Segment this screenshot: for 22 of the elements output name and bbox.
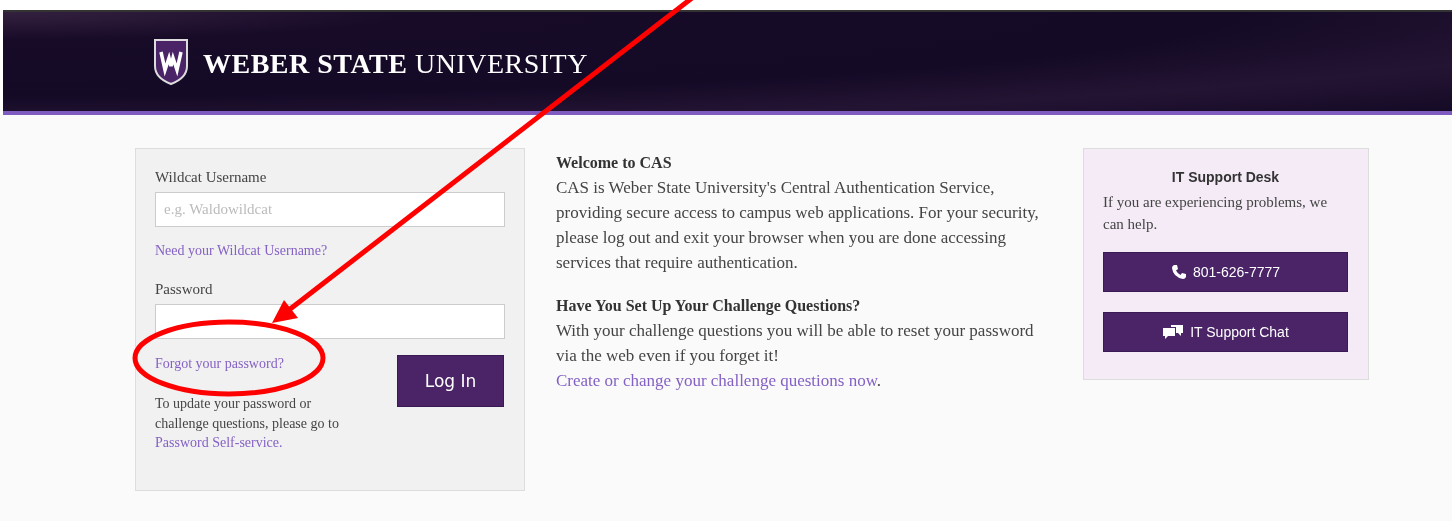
- phone-icon: [1170, 264, 1187, 280]
- username-help-link[interactable]: Need your Wildcat Username?: [155, 243, 328, 259]
- password-field[interactable]: [155, 304, 505, 339]
- phone-button[interactable]: 801-626-7777: [1103, 252, 1348, 292]
- welcome-text: CAS is Weber State University's Central Authentication Service, providing secure access to campus web applications. For your security, please log out and exit your browser when you are done accessing services that require authentication.: [556, 177, 1040, 274]
- chat-bubbles-icon: [1162, 324, 1185, 340]
- forgot-password-link[interactable]: Forgot your password?: [155, 356, 284, 372]
- university-logo-text: WEBER STATE UNIVERSITY: [203, 47, 588, 80]
- self-service-link[interactable]: Password Self-service.: [155, 435, 283, 450]
- welcome-heading: Welcome to CAS: [556, 153, 673, 173]
- support-text: If you are experiencing problems, we can help.: [1103, 193, 1329, 234]
- challenge-text: With your challenge questions you will be able to reset your password via the web even if you forget it! Create or change your challenge questions now.: [556, 320, 1035, 392]
- shield-logo-icon: [153, 37, 189, 86]
- chat-button[interactable]: IT Support Chat: [1103, 312, 1348, 352]
- support-heading: IT Support Desk: [1170, 169, 1281, 185]
- update-note: To update your password or challenge questions, please go to: [155, 395, 340, 433]
- challenge-questions-link[interactable]: Create or change your challenge questions now: [556, 371, 877, 390]
- username-label: Wildcat Username: [155, 169, 268, 186]
- password-label: Password: [155, 281, 214, 298]
- username-field[interactable]: e.g. Waldowildcat: [155, 192, 505, 227]
- login-button[interactable]: Log In: [397, 355, 504, 407]
- challenge-heading: Have You Set Up Your Challenge Questions?: [556, 296, 862, 317]
